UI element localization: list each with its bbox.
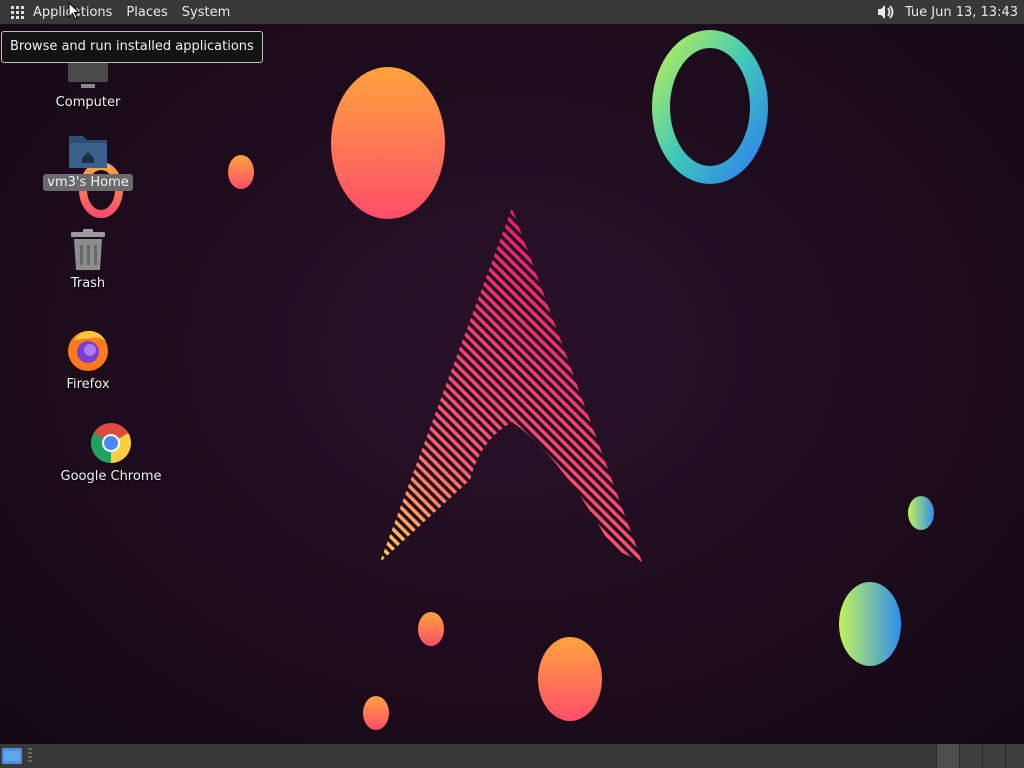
applications-menu[interactable]: Applications [0, 0, 119, 24]
trash-icon [71, 229, 105, 270]
desktop-icon-chrome[interactable]: Google Chrome [56, 422, 166, 485]
ring-cool [652, 30, 768, 184]
workspace-1[interactable] [936, 744, 959, 768]
clock[interactable]: Tue Jun 13, 13:43 [905, 5, 1024, 20]
desktop-wallpaper [0, 24, 1024, 744]
desktop-icon-computer[interactable]: Computer [48, 58, 128, 111]
applications-tooltip: Browse and run installed applications [1, 31, 263, 63]
orb-small-warm-1 [228, 155, 254, 189]
desktop-icon-trash[interactable]: Trash [48, 229, 128, 292]
bottom-panel [0, 744, 1024, 768]
orb-medium-warm [538, 637, 602, 721]
workspace-2[interactable] [959, 744, 982, 768]
desktop-icon-label: vm3's Home [43, 174, 133, 191]
orb-small-warm-3 [363, 696, 389, 730]
places-menu-label: Places [126, 4, 168, 20]
workspace-4[interactable] [1005, 744, 1024, 768]
desktop-icon-label: Computer [55, 95, 121, 110]
orb-small-warm-2 [418, 612, 444, 646]
firefox-icon [68, 330, 108, 371]
desktop-icon-home[interactable]: vm3's Home [43, 132, 133, 191]
system-menu[interactable]: System [175, 0, 237, 24]
show-desktop-icon[interactable] [2, 748, 22, 764]
desktop-icon-label: Firefox [66, 377, 110, 392]
places-menu[interactable]: Places [119, 0, 174, 24]
mouse-cursor-icon [68, 2, 80, 20]
desktop-icon-label: Trash [70, 276, 106, 291]
wallpaper-art [79, 30, 934, 730]
orb-large-warm [331, 67, 445, 219]
apps-grid-icon [11, 5, 24, 19]
panel-handle[interactable] [28, 748, 32, 764]
desktop-icon-label: Google Chrome [60, 469, 162, 484]
system-menu-label: System [181, 4, 231, 20]
volume-icon[interactable] [875, 0, 897, 24]
home-folder-icon [69, 136, 107, 168]
orb-small-cool [908, 496, 934, 530]
workspace-3[interactable] [982, 744, 1005, 768]
desktop-icon-firefox[interactable]: Firefox [48, 328, 128, 393]
arch-logo [380, 208, 642, 562]
top-panel: Applications Places System Tue Jun 13, 1… [0, 0, 1024, 24]
orb-medium-cool [839, 582, 901, 666]
chrome-icon [91, 423, 131, 463]
